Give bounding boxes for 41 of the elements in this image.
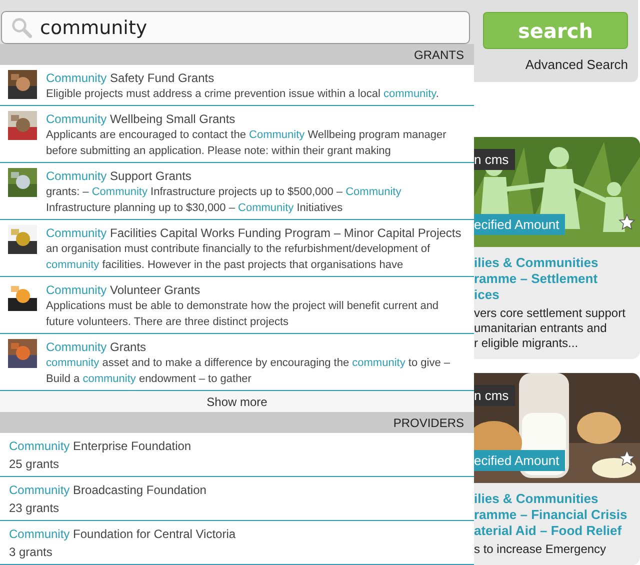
- grant-snippet: Applicants are encouraged to contact the Community Wellbeing program manager: [46, 128, 446, 143]
- grant-snippet: Eligible projects must address a crime prevention issue within a local community.: [46, 87, 439, 102]
- grant-snippet: community facilities. However in the past projects that organisations have: [46, 258, 404, 273]
- advanced-search-link[interactable]: Advanced Search: [525, 57, 628, 72]
- amount-badge: ecified Amount: [474, 450, 566, 471]
- grant-title[interactable]: Community Support Grants: [46, 168, 402, 184]
- grant-snippet: future volunteers. There are three distinct projects: [46, 315, 290, 330]
- grant-title[interactable]: Community Volunteer Grants: [46, 282, 439, 298]
- card-description: vers core settlement support: [474, 306, 626, 321]
- provider-name[interactable]: Community Broadcasting Foundation: [9, 482, 465, 498]
- show-more-button[interactable]: Show more: [0, 391, 474, 412]
- search-icon: [11, 17, 33, 39]
- grant-snippet: Infrastructure planning up to $30,000 – Community Initiatives: [46, 201, 344, 216]
- grant-card[interactable]: n cms ecified Amount ilies & Communities ramme – Settlement ices vers core settlement support umanitarian entrants and r eligible migrants...: [474, 137, 640, 359]
- grant-count: 25 grants: [9, 456, 60, 472]
- grant-snippet: grants: – Community Infrastructure projects up to $500,000 – Community: [46, 185, 402, 200]
- card-description: umanitarian entrants and: [474, 321, 608, 336]
- grant-card[interactable]: n cms ecified Amount ilies & Communities ramme – Financial Crisis aterial Aid – Food Relief s to increase Emergency: [474, 373, 640, 565]
- grant-count: 23 grants: [9, 500, 60, 516]
- grant-title[interactable]: Community Wellbeing Small Grants: [46, 111, 446, 127]
- card-tag: n cms: [474, 149, 515, 170]
- grant-snippet: community asset and to make a difference by encouraging the community to give –: [46, 356, 450, 371]
- card-description: r eligible migrants...: [474, 336, 580, 351]
- grant-snippet: an organisation must contribute financially to the refurbishment/development of: [46, 242, 431, 257]
- grant-snippet: Build a community endowment – to gather: [46, 372, 252, 387]
- grant-title[interactable]: Community Safety Fund Grants: [46, 70, 439, 86]
- grant-title[interactable]: Community Grants: [46, 339, 450, 355]
- grant-snippet: Applications must be able to demonstrate how the project will benefit current and: [46, 299, 439, 314]
- provider-name[interactable]: Community Enterprise Foundation: [9, 438, 465, 454]
- star-icon[interactable]: [618, 449, 636, 467]
- section-header: GRANTS: [0, 44, 474, 65]
- card-tag: n cms: [474, 385, 515, 406]
- star-icon[interactable]: [618, 213, 636, 231]
- provider-name[interactable]: Community Foundation for Central Victoria: [9, 526, 465, 542]
- grant-title[interactable]: Community Facilities Capital Works Funding Program – Minor Capital Projects: [46, 225, 462, 241]
- amount-badge: ecified Amount: [474, 214, 566, 235]
- grant-snippet: before submitting an application. Please note: within their grant making: [46, 144, 392, 159]
- section-header: PROVIDERS: [0, 412, 474, 433]
- card-description: s to increase Emergency: [474, 542, 608, 557]
- search-field[interactable]: community: [1, 11, 470, 44]
- grant-count: 3 grants: [9, 544, 54, 560]
